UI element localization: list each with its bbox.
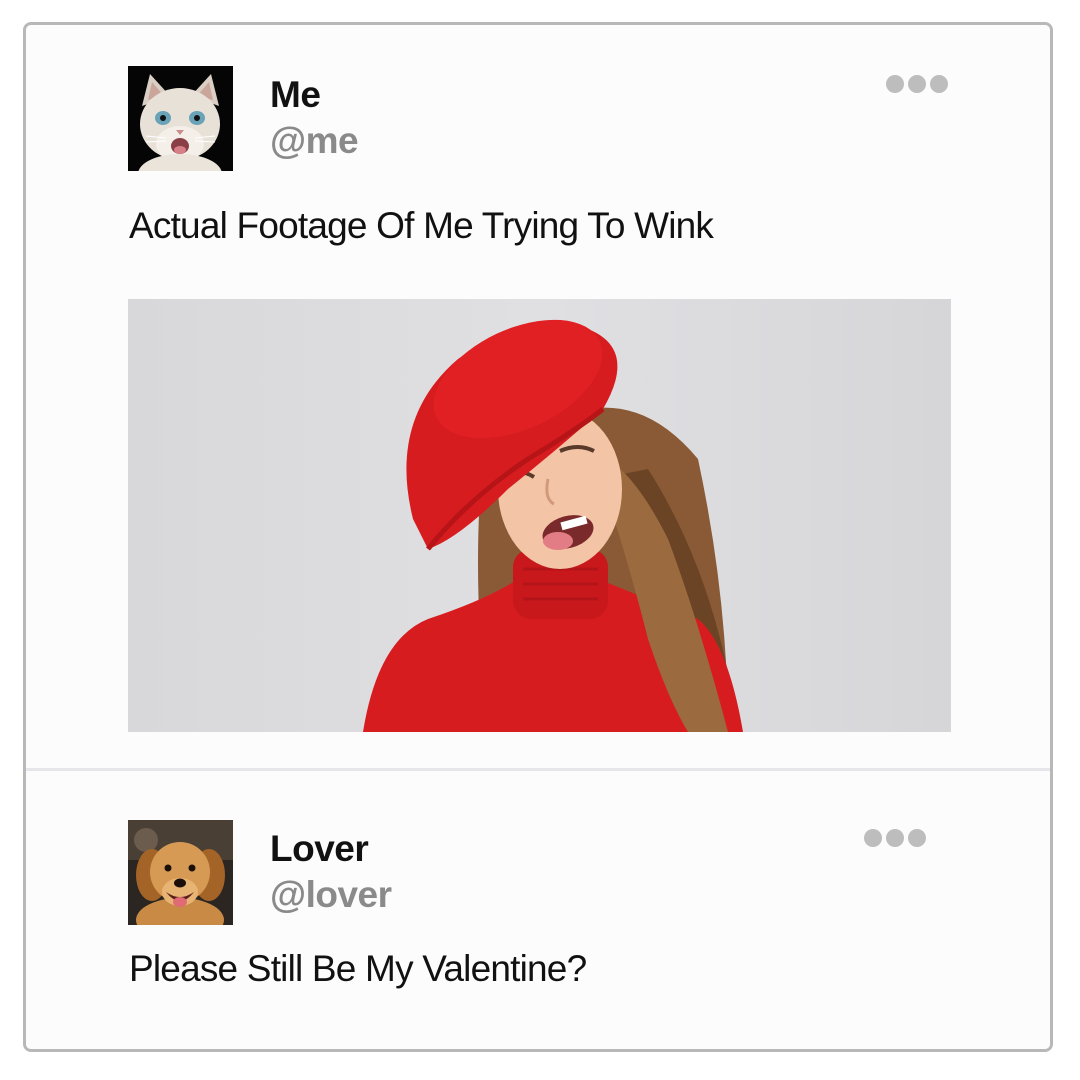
post-divider [26,768,1050,771]
tweet-media-image[interactable] [128,299,951,732]
tweet-text: Please Still Be My Valentine? [129,948,587,989]
dot [908,829,926,847]
user-handle[interactable]: @me [270,120,359,162]
dot [908,75,926,93]
tweet-post[interactable]: Lover @lover Please Still Be My Valentin… [26,772,1050,1049]
dot [886,75,904,93]
tweet-post[interactable]: Me @me Actual Footage Of Me Trying To Wi… [26,25,1050,770]
user-handle[interactable]: @lover [270,874,392,916]
dog-avatar[interactable] [128,820,233,925]
cat-avatar[interactable] [128,66,233,171]
dog-icon [128,820,233,925]
photo-girl-red-beret-winking [128,299,951,732]
display-name[interactable]: Me [270,74,321,116]
tweet-text: Actual Footage Of Me Trying To Wink [129,205,714,246]
tweet-thread-card: Me @me Actual Footage Of Me Trying To Wi… [23,22,1053,1052]
more-options-icon[interactable] [864,829,934,851]
dot [864,829,882,847]
more-options-icon[interactable] [886,75,956,97]
dot [886,829,904,847]
cat-icon [128,66,233,171]
display-name[interactable]: Lover [270,828,369,870]
dot [930,75,948,93]
